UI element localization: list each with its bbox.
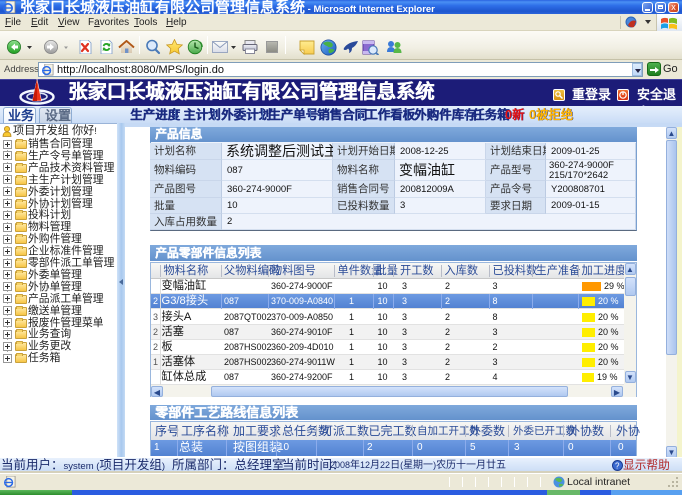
svg-text:?: ?	[615, 462, 620, 471]
